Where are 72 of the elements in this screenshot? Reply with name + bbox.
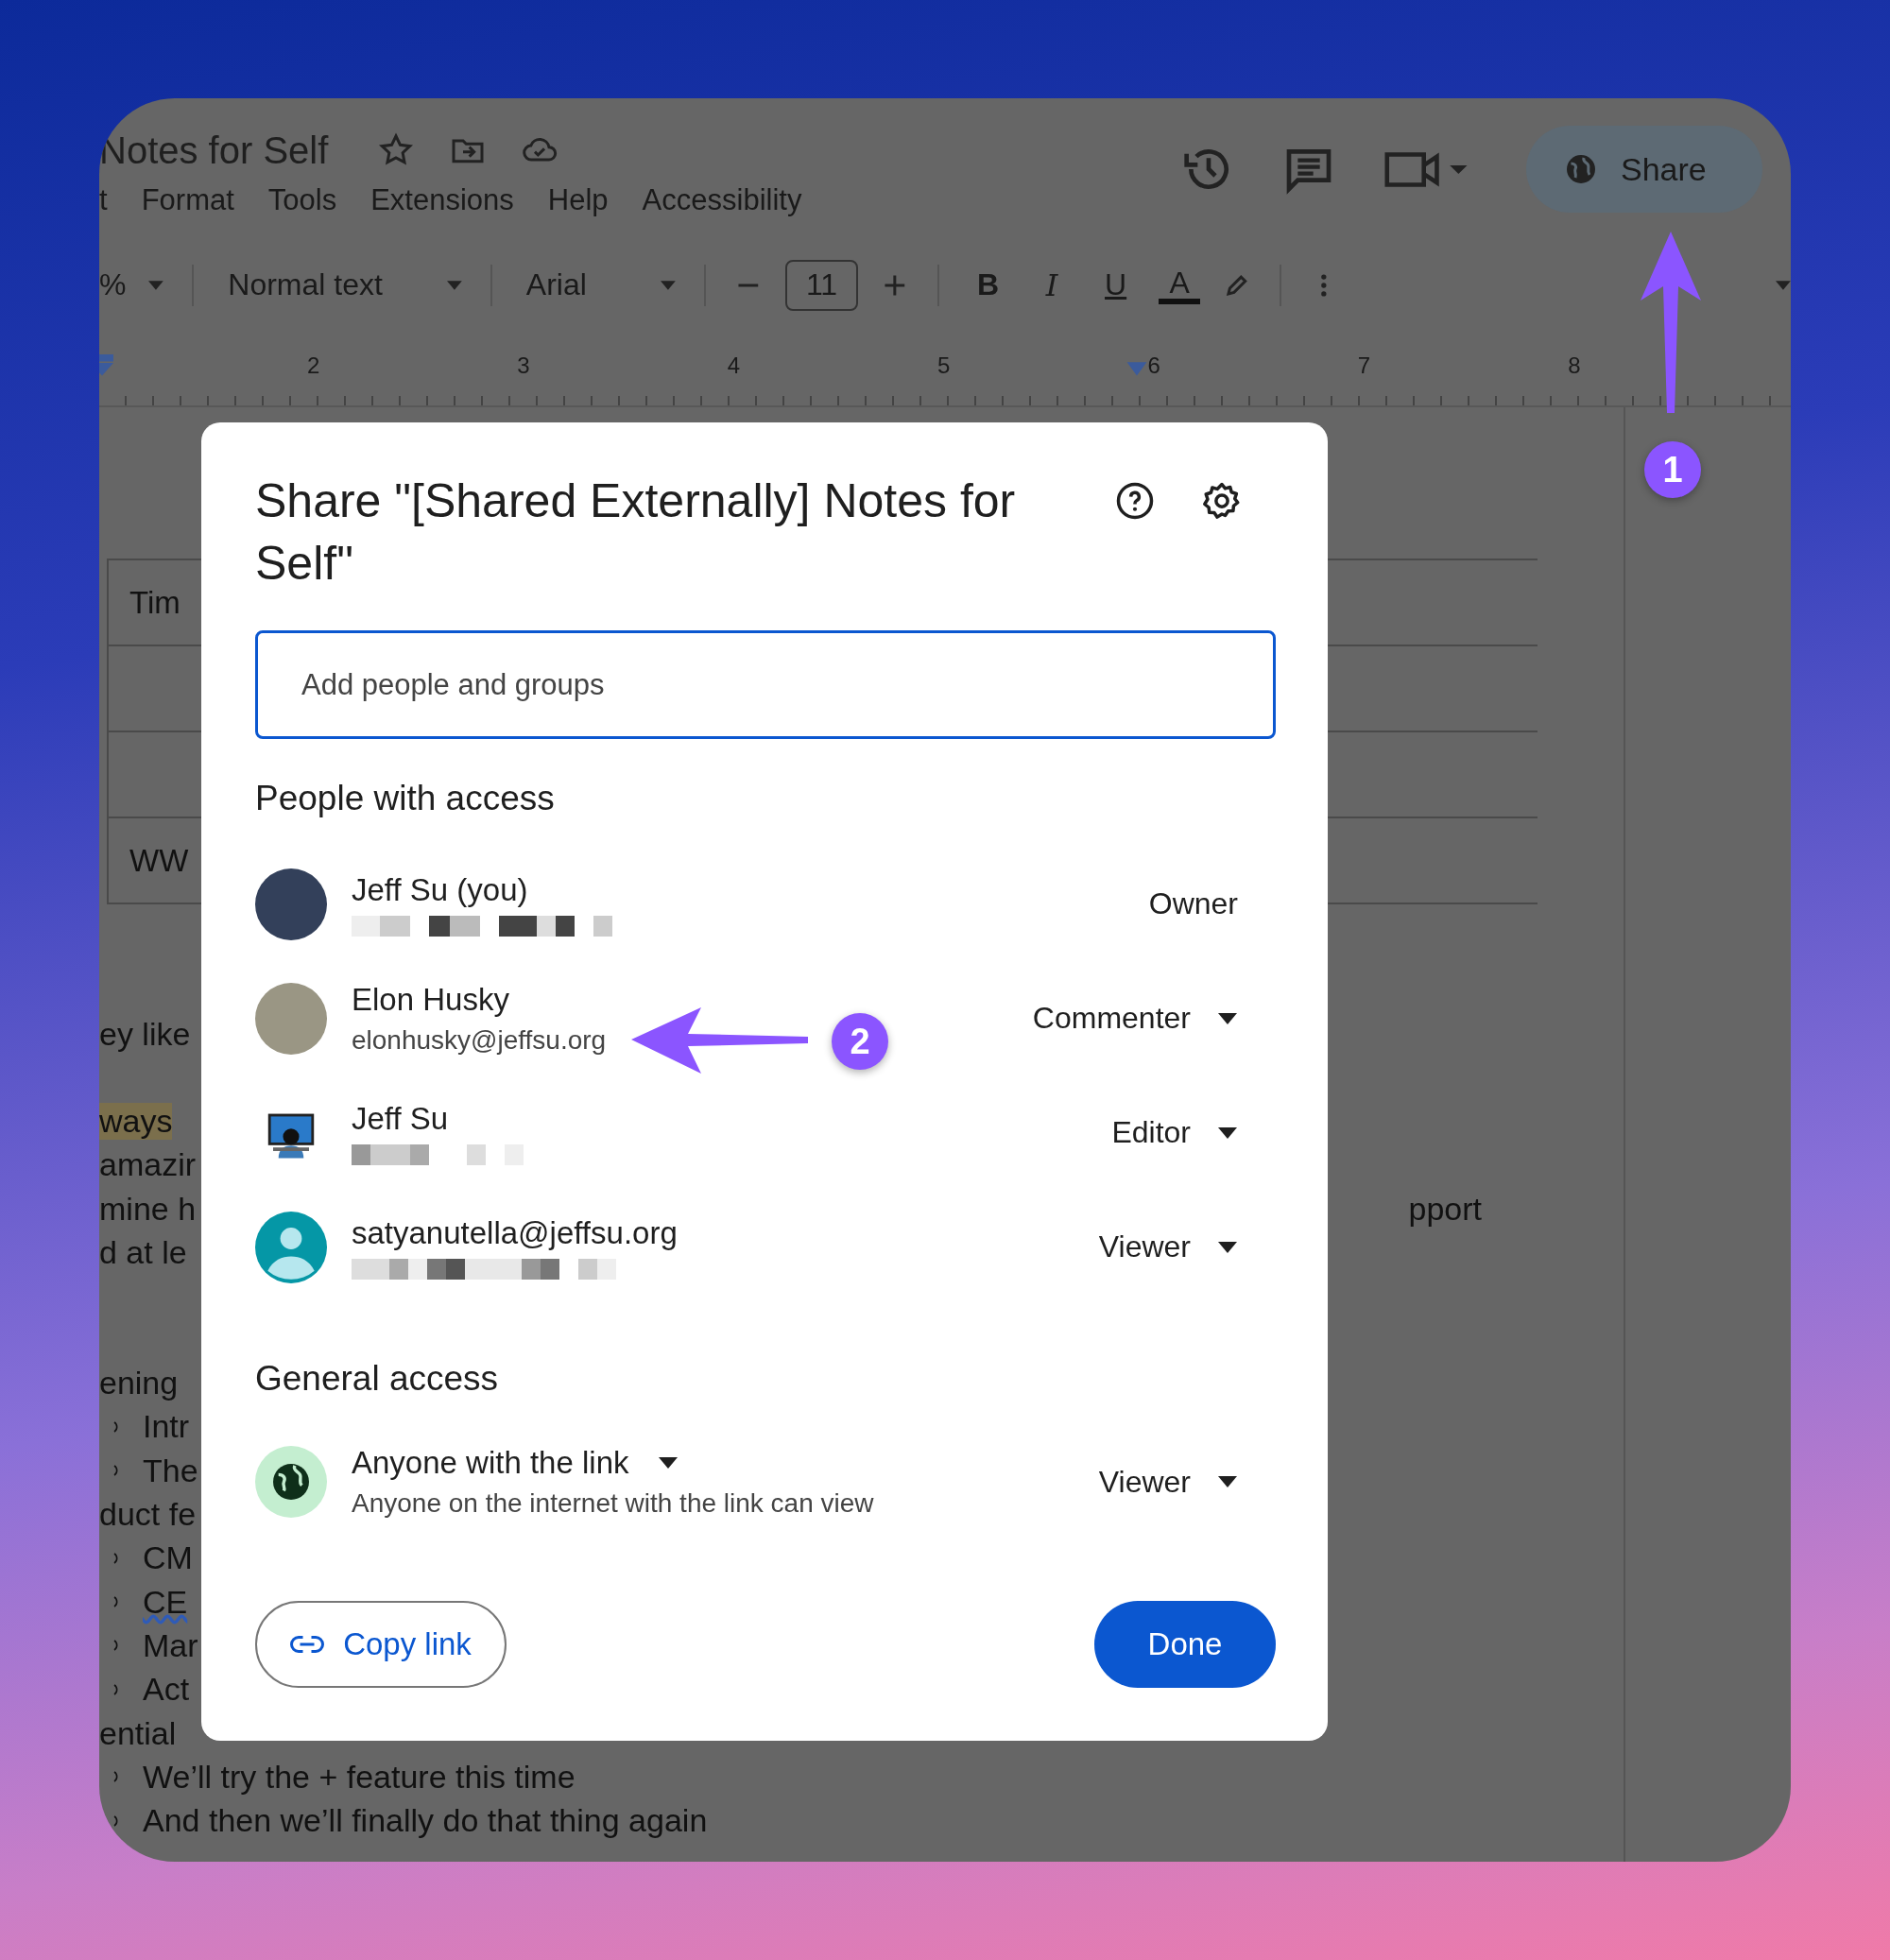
role-label: Owner — [1148, 886, 1238, 921]
role-dropdown[interactable]: Commenter — [1032, 1001, 1238, 1036]
role-dropdown[interactable]: Viewer — [1098, 1464, 1238, 1500]
document-text: And then we’ll finally do that thing again — [143, 1802, 708, 1840]
default-avatar-icon — [255, 1211, 327, 1283]
document-text: pport — [1408, 1190, 1482, 1228]
person-email: elonhusky@jeffsu.org — [352, 1024, 607, 1056]
ruler-number: 8 — [1568, 352, 1581, 379]
document-text: amazir — [99, 1146, 197, 1184]
ruler-number: 3 — [517, 352, 530, 379]
section-heading: General access — [255, 1359, 500, 1399]
bold-button[interactable]: B — [967, 267, 1009, 302]
document-text: CM — [143, 1539, 193, 1577]
ruler-number: 6 — [1147, 352, 1160, 379]
caret-icon[interactable] — [657, 1457, 679, 1469]
globe-icon — [255, 1446, 327, 1518]
underline-button[interactable]: U — [1094, 267, 1137, 302]
menu-item[interactable]: Format — [141, 183, 234, 217]
done-button[interactable]: Done — [1094, 1601, 1276, 1688]
document-text: d at le — [99, 1233, 187, 1271]
menu-item[interactable]: Accessibility — [642, 183, 802, 217]
person-name: Jeff Su — [352, 1100, 449, 1137]
ruler-number: 5 — [937, 352, 951, 379]
add-people-field[interactable]: Add people and groups — [255, 630, 1276, 739]
document-text: CE — [143, 1583, 188, 1621]
document-text: ential — [99, 1714, 177, 1752]
access-description: Anyone on the internet with the link can view — [352, 1488, 874, 1519]
font-size-field[interactable]: 11 — [784, 259, 859, 311]
document-text: ening — [99, 1365, 179, 1402]
menu-item[interactable]: t — [99, 183, 108, 217]
caret-icon[interactable] — [1217, 1126, 1238, 1139]
document-text: mine h — [99, 1190, 197, 1228]
font-dropdown[interactable]: Arial — [525, 267, 639, 302]
role-dropdown[interactable]: Viewer — [1098, 1229, 1238, 1264]
help-icon[interactable] — [1115, 481, 1155, 521]
dialog-title: Share "[Shared Externally] Notes for Self" — [255, 473, 1017, 592]
link-icon[interactable] — [290, 1636, 325, 1653]
text-color-button[interactable]: A — [1159, 266, 1200, 304]
document-title[interactable]: Notes for Self — [99, 129, 329, 172]
document-text: ways — [99, 1102, 173, 1140]
italic-button[interactable]: I — [1031, 266, 1073, 303]
document-text: Mar — [143, 1626, 198, 1664]
caret-icon[interactable] — [1217, 1012, 1238, 1024]
ruler-number: 2 — [307, 352, 320, 379]
section-heading: People with access — [255, 779, 556, 818]
menu-item[interactable]: Extensions — [370, 183, 514, 217]
document-text: We’ll try the + feature this time — [143, 1758, 576, 1796]
menu-item[interactable]: Help — [547, 183, 609, 217]
ruler-number: 4 — [727, 352, 741, 379]
globe-icon[interactable] — [1564, 152, 1598, 186]
caret-icon[interactable] — [1217, 1241, 1238, 1253]
access-scope-dropdown[interactable]: Anyone with the link — [352, 1445, 679, 1481]
document-text: duct fe — [99, 1496, 197, 1533]
ruler-number: 7 — [1357, 352, 1371, 379]
person-name: satyanutella@jeffsu.org — [352, 1214, 678, 1251]
settings-icon[interactable] — [1202, 481, 1242, 521]
menu-item[interactable]: Tools — [267, 183, 337, 217]
person-name: Jeff Su (you) — [352, 871, 528, 908]
copy-link-button[interactable]: Copy link — [255, 1601, 507, 1688]
role-dropdown[interactable]: Editor — [1111, 1115, 1238, 1150]
indent-marker-icon[interactable] — [1125, 362, 1149, 377]
document-text: ey like — [99, 1015, 191, 1053]
person-name: Elon Husky — [352, 981, 509, 1018]
caret-icon[interactable] — [1217, 1476, 1238, 1487]
zoom-dropdown[interactable]: % — [99, 267, 127, 302]
table-cell-text: WW — [129, 842, 189, 879]
table-cell-text: Tim — [129, 584, 180, 621]
document-text: The — [143, 1452, 198, 1489]
share-button[interactable]: Share — [1526, 126, 1762, 213]
document-text: Act — [143, 1671, 190, 1709]
style-dropdown[interactable]: Normal text — [228, 267, 424, 302]
document-text: Intr — [143, 1408, 190, 1446]
